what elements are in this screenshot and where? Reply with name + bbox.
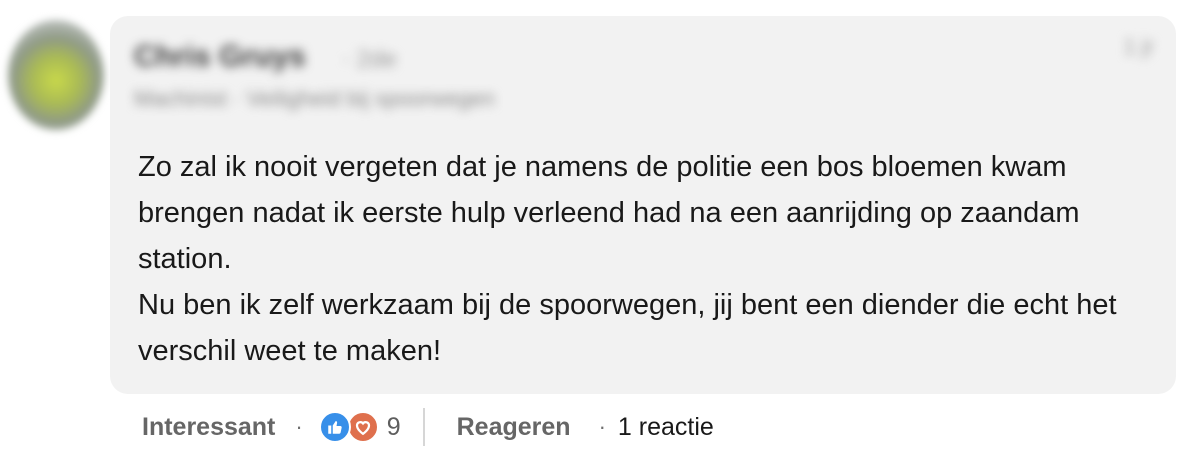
separator-dot: · <box>598 414 606 439</box>
comment-bubble: Chris Gruys · 2de Machinist · Veiligheid… <box>110 16 1176 394</box>
reactions-summary[interactable]: 9 <box>318 411 401 443</box>
comment-timestamp: 1 jr <box>1123 34 1154 59</box>
thumbs-up-icon <box>318 411 351 443</box>
comment-paragraph: Zo zal ik nooit vergeten dat je namens d… <box>138 151 1080 275</box>
reply-button[interactable]: Reageren <box>457 413 571 442</box>
separator-dot: · <box>295 414 303 439</box>
reply-count-link[interactable]: 1 reactie <box>618 413 714 442</box>
author-headline: Machinist · Veiligheid bij spoorwegen <box>134 86 495 111</box>
heart-icon <box>346 411 379 443</box>
comment-paragraph: Nu ben ik zelf werkzaam bij de spoorwege… <box>138 289 1117 367</box>
comment-text: Zo zal ik nooit vergeten dat je namens d… <box>138 144 1148 374</box>
action-divider <box>422 408 425 446</box>
comment-actions: Interessant · 9 Reageren · 1 reactie <box>142 404 714 450</box>
react-button[interactable]: Interessant <box>142 413 275 442</box>
connection-degree: · 2de <box>342 46 397 73</box>
reaction-count: 9 <box>386 412 401 441</box>
author-name[interactable]: Chris Gruys <box>134 40 306 74</box>
avatar[interactable] <box>8 20 104 130</box>
